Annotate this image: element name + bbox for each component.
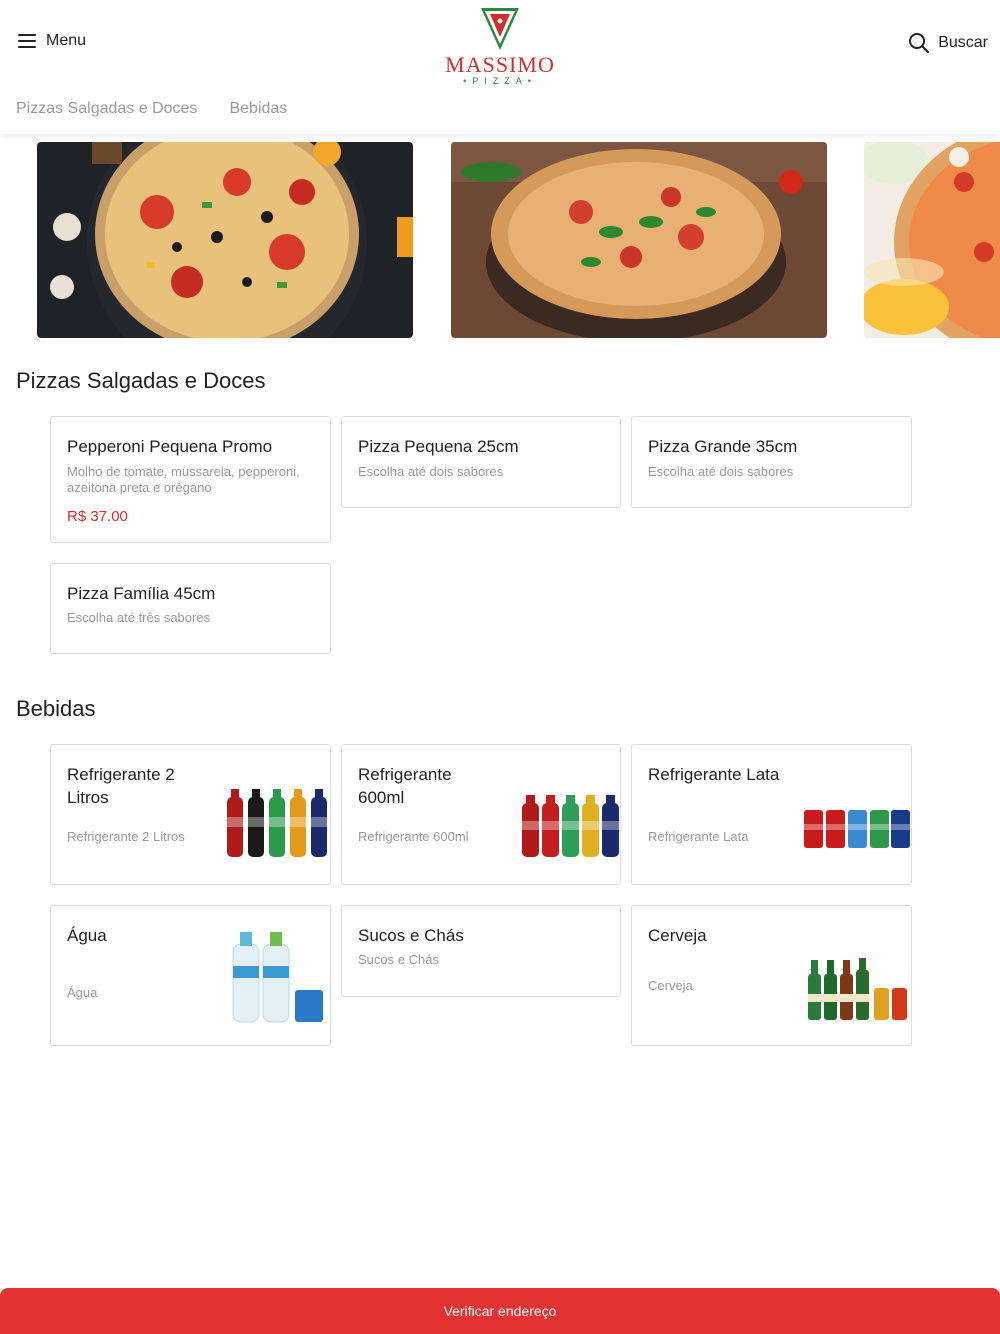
product-card[interactable]: Pizza Grande 35cm Escolha até dois sabor… bbox=[631, 416, 912, 508]
hamburger-icon bbox=[18, 34, 36, 48]
product-card[interactable]: Refrigerante Lata Refrigerante Lata bbox=[631, 744, 912, 885]
product-title: Pizza Pequena 25cm bbox=[358, 437, 519, 456]
product-card[interactable]: Pizza Pequena 25cm Escolha até dois sabo… bbox=[341, 416, 621, 508]
product-description: Refrigerante 2 Litros bbox=[67, 829, 185, 844]
section-title-pizzas: Pizzas Salgadas e Doces bbox=[16, 368, 266, 393]
promo-banner-pizza-1[interactable] bbox=[37, 142, 413, 338]
search-label: Buscar bbox=[938, 34, 988, 51]
product-title: Cerveja bbox=[648, 926, 707, 945]
promo-banner-pizza-3[interactable] bbox=[864, 142, 1000, 338]
product-card[interactable]: Água Água bbox=[50, 905, 331, 1046]
product-title: Pizza Família 45cm bbox=[67, 584, 216, 603]
product-description: Refrigerante 600ml bbox=[358, 829, 469, 844]
product-card[interactable]: Pizza Família 45cm Escolha até três sabo… bbox=[50, 563, 331, 654]
app-header: Menu MASSIMO •PIZZA• Buscar Pizzas Salga… bbox=[0, 0, 1000, 134]
soda-bottles-2l-image bbox=[227, 789, 327, 857]
product-card[interactable]: Refrigerante 2 Litros Refrigerante 2 Lit… bbox=[50, 744, 331, 885]
pizza-image-1 bbox=[37, 142, 413, 338]
search-icon bbox=[909, 33, 930, 53]
pizza-slice-logo-icon bbox=[481, 8, 519, 50]
product-description: Escolha até dois sabores bbox=[358, 464, 504, 479]
promo-banner-pizza-2[interactable] bbox=[451, 142, 827, 338]
product-title: Pepperoni Pequena Promo bbox=[67, 437, 273, 456]
brand-logo[interactable]: MASSIMO •PIZZA• bbox=[440, 4, 560, 86]
menu-label: Menu bbox=[46, 32, 87, 49]
verify-address-button[interactable]: Verificar endereço bbox=[0, 1288, 1000, 1334]
product-card[interactable]: Refrigerante 600ml Refrigerante 600ml bbox=[341, 744, 621, 885]
product-title: Refrigerante 600ml bbox=[358, 765, 452, 807]
soda-bottles-600ml-image bbox=[522, 795, 619, 857]
promo-banner-carousel[interactable] bbox=[0, 142, 1000, 338]
product-card[interactable]: Sucos e Chás Sucos e Chás bbox=[341, 905, 621, 997]
product-title: Pizza Grande 35cm bbox=[648, 437, 798, 456]
water-bottles-image bbox=[232, 932, 323, 1023]
soda-cans-image bbox=[804, 810, 910, 848]
product-description: Escolha até três sabores bbox=[67, 610, 211, 625]
tab-bebidas[interactable]: Bebidas bbox=[229, 100, 287, 118]
beer-bottles-image bbox=[808, 958, 907, 1020]
product-description: Escolha até dois sabores bbox=[648, 464, 794, 479]
search-button[interactable]: Buscar bbox=[908, 32, 988, 54]
product-description: Cerveja bbox=[648, 978, 693, 993]
product-title: Refrigerante 2 Litros bbox=[67, 765, 175, 807]
product-description: Água bbox=[67, 985, 98, 1000]
product-title: Água bbox=[67, 926, 107, 945]
verify-address-label: Verificar endereço bbox=[443, 1303, 557, 1319]
menu-button[interactable]: Menu bbox=[18, 32, 86, 50]
product-description: Sucos e Chás bbox=[358, 952, 439, 967]
product-description: Molho de tomate, mussarela, pepperoni, a… bbox=[67, 464, 300, 495]
logo-wordmark: MASSIMO bbox=[445, 52, 555, 77]
product-card[interactable]: Pepperoni Pequena Promo Molho de tomate,… bbox=[50, 416, 331, 543]
category-tabs: Pizzas Salgadas e Doces Bebidas bbox=[16, 100, 287, 118]
product-price: R$ 37.00 bbox=[67, 508, 128, 525]
logo-subtitle: •PIZZA• bbox=[463, 76, 537, 86]
pizza-image-3 bbox=[864, 142, 1000, 338]
tab-pizzas[interactable]: Pizzas Salgadas e Doces bbox=[16, 100, 197, 118]
product-description: Refrigerante Lata bbox=[648, 829, 749, 844]
product-title: Refrigerante Lata bbox=[648, 765, 780, 784]
product-card[interactable]: Cerveja Cerveja bbox=[631, 905, 912, 1046]
pizza-image-2 bbox=[451, 142, 827, 338]
section-title-bebidas: Bebidas bbox=[16, 696, 96, 721]
product-title: Sucos e Chás bbox=[358, 926, 464, 945]
